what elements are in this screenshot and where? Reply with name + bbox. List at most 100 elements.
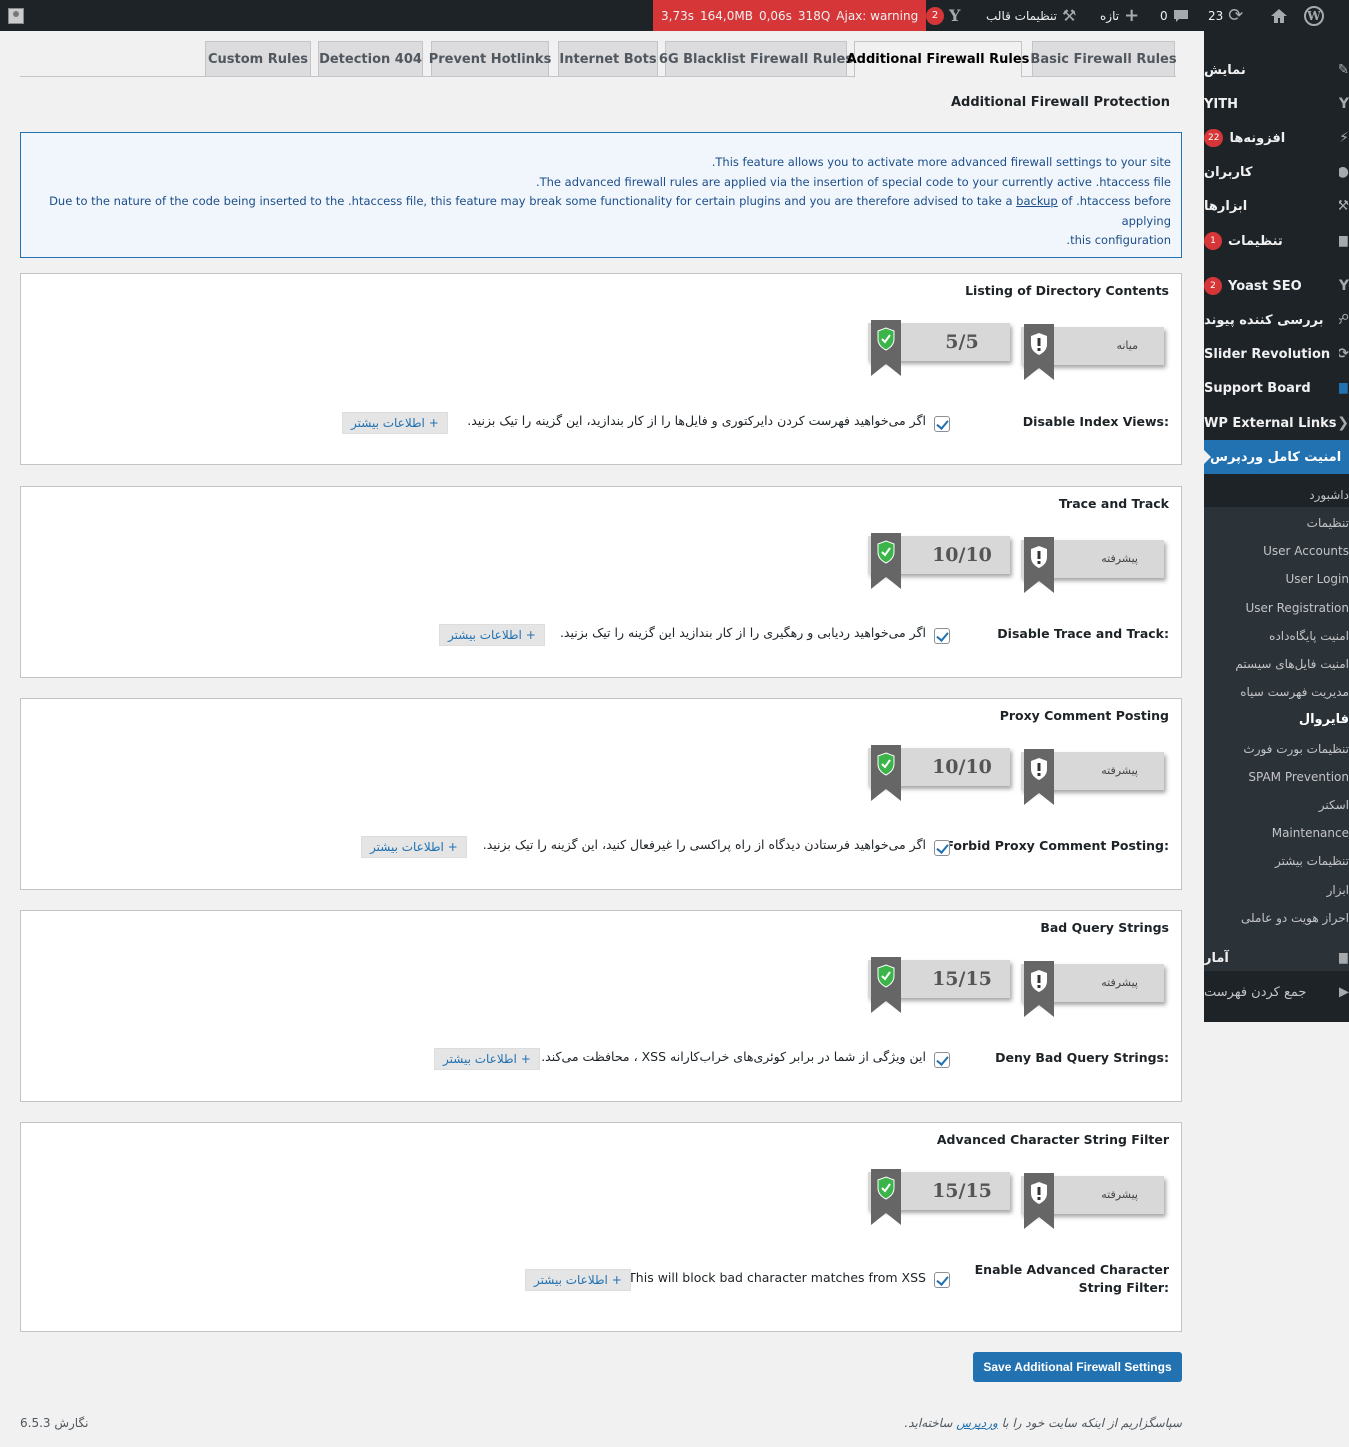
difficulty-level: پیشرفته [1101, 1188, 1138, 1201]
yith-icon: Y [1339, 96, 1349, 112]
menu-plugins[interactable]: افزونه‌ها 22 ⚡ [1204, 121, 1349, 155]
menu-yith[interactable]: YITH Y [1204, 87, 1349, 121]
submenu-maintenance[interactable]: Maintenance [1204, 819, 1349, 847]
submenu-two-factor[interactable]: احراز هویت دو عاملی [1204, 904, 1349, 932]
menu-settings[interactable]: تنظیمات 1 ■ [1204, 224, 1349, 258]
tab-internet-bots[interactable]: Internet Bots [558, 41, 658, 76]
difficulty-badge: میانه [1021, 324, 1164, 380]
new-content-menu[interactable]: تازه + [1100, 0, 1139, 31]
info-line-4: .this configuration [1066, 233, 1171, 247]
theme-settings-menu[interactable]: تنظیمات قالب ⚒ [986, 0, 1076, 31]
section-title: Advanced Character String Filter [936, 1132, 1169, 1147]
tab-6g-blacklist[interactable]: 6G Blacklist Firewall Rules [659, 41, 853, 76]
submenu-dashboard[interactable]: داشبورد [1204, 481, 1349, 509]
field-description: اگر می‌خواهید ردیابی و رهگیری را از کار … [559, 625, 926, 640]
tab-detection-404[interactable]: Detection 404 [318, 41, 423, 76]
submenu-settings[interactable]: تنظیمات [1204, 509, 1349, 537]
more-info-button[interactable]: + اطلاعات بیشتر [434, 1048, 540, 1070]
admin-bar: 3,73s 164,0MB 0,06s 318Q Ajax: warning 2… [0, 0, 1349, 31]
menu-appearance[interactable]: نمایش ✎ [1204, 53, 1349, 87]
yoast-icon: Y [1339, 278, 1349, 294]
ribbon-check-icon [871, 957, 901, 1013]
save-firewall-settings-button[interactable]: Save Additional Firewall Settings [973, 1352, 1182, 1382]
footer-version: نگارش 6.5.3 [20, 1416, 89, 1430]
link-checker-icon: ☍ [1339, 312, 1349, 328]
qm-memory: 164,0MB [699, 8, 753, 23]
submenu-tools[interactable]: ابزار [1204, 876, 1349, 904]
submenu-filesystem-security[interactable]: امنیت فایل‌های سیستم [1204, 650, 1349, 678]
users-icon: ● [1339, 164, 1349, 180]
wp-logo-menu[interactable]: W [1304, 0, 1324, 31]
submenu-spam-prevention[interactable]: SPAM Prevention [1204, 763, 1349, 791]
ribbon-check-icon [871, 745, 901, 801]
firewall-tabs: Custom Rules Detection 404 Prevent Hotli… [20, 40, 1177, 78]
user-avatar-menu[interactable] [8, 0, 24, 31]
collapse-icon: ▶ [1339, 984, 1349, 1000]
backup-link[interactable]: backup [1016, 194, 1058, 208]
section-advanced-char-filter: Advanced Character String Filter پیشرفته… [20, 1122, 1182, 1332]
more-info-button[interactable]: + اطلاعات بیشتر [361, 836, 467, 858]
section-title: Trace and Track [1058, 496, 1169, 511]
query-monitor-menu[interactable]: 3,73s 164,0MB 0,06s 318Q Ajax: warning [653, 0, 927, 31]
field-description: این ویژگی از شما در برابر کوئری‌های خراب… [541, 1049, 926, 1064]
tab-additional-firewall-rules[interactable]: Additional Firewall Rules [847, 41, 1029, 78]
difficulty-badge: پیشرفته [1021, 749, 1164, 805]
submenu-user-accounts[interactable]: User Accounts [1204, 537, 1349, 565]
forbid-proxy-comment-checkbox[interactable] [934, 840, 950, 856]
comments-menu[interactable]: 0 [1160, 0, 1189, 31]
submenu-brute-force[interactable]: تنظیمات بورت فورث [1204, 735, 1349, 763]
difficulty-level: میانه [1116, 339, 1138, 352]
hammer-icon: ⚒ [1061, 6, 1077, 25]
menu-collapse[interactable]: جمع کردن فهرست ▶ [1204, 975, 1349, 1009]
points-score: 15/15 [932, 1180, 992, 1202]
more-info-button[interactable]: + اطلاعات بیشتر [525, 1269, 631, 1291]
menu-tools[interactable]: ابزارها ⚒ [1204, 189, 1349, 223]
field-label: Forbid Proxy Comment Posting: [945, 838, 1169, 853]
submenu-user-login[interactable]: User Login [1204, 565, 1349, 593]
menu-support-board[interactable]: Support Board ■ [1204, 371, 1349, 405]
footer-thanks: سپاسگزاریم از اینکه سایت خود را با وردپر… [904, 1416, 1182, 1430]
page-title: Additional Firewall Protection [951, 95, 1170, 110]
menu-wp-external-links[interactable]: WP External Links❮ [1204, 406, 1349, 440]
updates-menu[interactable]: 23 ⟳ [1208, 0, 1243, 31]
deny-bad-query-checkbox[interactable] [934, 1052, 950, 1068]
settings-icon: ■ [1339, 233, 1349, 249]
plugins-update-badge: 22 [1204, 129, 1224, 147]
points-badge: 5/5 [868, 320, 1010, 376]
disable-trace-track-checkbox[interactable] [934, 628, 950, 644]
menu-slider-revolution[interactable]: Slider Revolution ⟳ [1204, 337, 1349, 371]
submenu-scanner[interactable]: اسکنر [1204, 791, 1349, 819]
menu-link-checker[interactable]: بررسی کننده پیوند ☍ [1204, 303, 1349, 337]
more-info-button[interactable]: + اطلاعات بیشتر [342, 412, 448, 434]
submenu-firewall[interactable]: فایروال [1204, 706, 1349, 734]
yoast-menu[interactable]: 2 Y [926, 0, 960, 31]
menu-users[interactable]: کاربران ● [1204, 155, 1349, 189]
tab-custom-rules[interactable]: Custom Rules [205, 41, 311, 76]
tab-basic-firewall-rules[interactable]: Basic Firewall Rules [1030, 41, 1177, 76]
section-title: Listing of Directory Contents [965, 283, 1169, 298]
points-badge: 15/15 [868, 1169, 1010, 1225]
refresh-icon: ⟳ [1228, 5, 1244, 26]
more-info-button[interactable]: + اطلاعات بیشتر [439, 624, 545, 646]
tab-prevent-hotlinks[interactable]: Prevent Hotlinks [429, 41, 551, 76]
menu-security[interactable]: امنیت کامل وردپرس [1204, 440, 1349, 474]
home-menu[interactable] [1270, 0, 1288, 31]
points-score: 5/5 [945, 331, 979, 353]
menu-stats[interactable]: آمار ■ [1204, 941, 1349, 975]
tools-icon: ⚒ [1339, 198, 1349, 214]
section-trace-and-track: Trace and Track پیشرفته 10/10 Disable Tr… [20, 486, 1182, 678]
difficulty-badge: پیشرفته [1021, 1173, 1164, 1229]
submenu-database-security[interactable]: امنیت پایگاه‌داده [1204, 622, 1349, 650]
wordpress-link[interactable]: وردپرس [956, 1416, 998, 1430]
advanced-char-filter-checkbox[interactable] [934, 1272, 950, 1288]
ribbon-shield-icon [1024, 749, 1054, 805]
plus-icon: + [1124, 5, 1140, 26]
section-title: Proxy Comment Posting [999, 708, 1169, 723]
menu-yoast-seo[interactable]: Yoast SEO 2 Y [1204, 269, 1349, 303]
submenu-user-registration[interactable]: User Registration [1204, 594, 1349, 622]
disable-index-views-checkbox[interactable] [934, 416, 950, 432]
submenu-misc-settings[interactable]: تنظیمات بیشتر [1204, 847, 1349, 875]
ribbon-shield-icon [1024, 1173, 1054, 1229]
submenu-blacklist[interactable]: مدیریت فهرست سیاه [1204, 678, 1349, 706]
wordpress-logo-icon: W [1304, 5, 1324, 26]
